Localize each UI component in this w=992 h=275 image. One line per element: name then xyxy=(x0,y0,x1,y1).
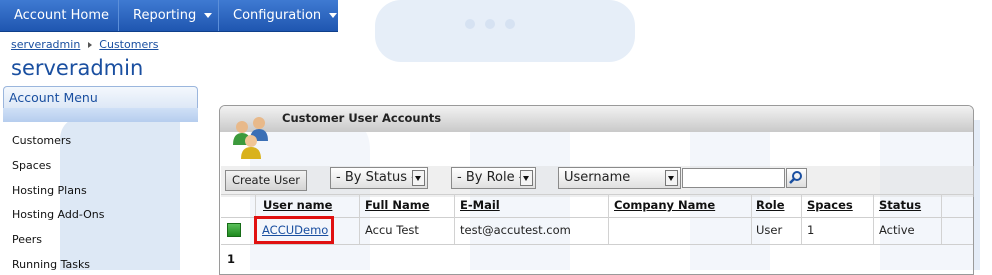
table-border-bottom xyxy=(221,244,973,245)
column-divider xyxy=(608,194,609,244)
chevron-down-icon xyxy=(412,170,425,186)
table-border-top xyxy=(221,194,973,195)
column-header-company[interactable]: Company Name xyxy=(614,198,715,212)
sidebar-item-customers[interactable]: Customers xyxy=(12,134,71,147)
active-user-icon xyxy=(227,223,241,237)
chevron-down-icon xyxy=(520,170,533,186)
column-header-spaces[interactable]: Spaces xyxy=(807,198,853,212)
panel-title: Customer User Accounts xyxy=(282,111,442,125)
sidebar-item-spaces[interactable]: Spaces xyxy=(12,159,51,172)
column-divider xyxy=(359,194,360,244)
cell-role: User xyxy=(756,223,783,237)
caret-down-icon xyxy=(329,13,338,18)
nav-reporting[interactable]: Reporting xyxy=(119,0,219,31)
sidebar-item-hosting-addons[interactable]: Hosting Add-Ons xyxy=(12,208,105,221)
search-icon xyxy=(789,171,802,184)
nav-account-home[interactable]: Account Home xyxy=(0,0,119,31)
column-divider xyxy=(751,194,752,244)
column-header-status[interactable]: Status xyxy=(879,198,921,212)
role-filter-value: - By Role - xyxy=(457,170,524,185)
column-header-email[interactable]: E-Mail xyxy=(460,198,500,212)
chevron-down-icon xyxy=(665,170,678,186)
breadcrumb-root-link[interactable]: serveradmin xyxy=(11,38,80,51)
column-header-full-name[interactable]: Full Name xyxy=(365,198,430,212)
column-header-role[interactable]: Role xyxy=(756,198,785,212)
nav-configuration[interactable]: Configuration xyxy=(219,0,338,31)
column-divider xyxy=(801,194,802,244)
sidebar-item-running-tasks[interactable]: Running Tasks xyxy=(12,258,90,271)
pager-page-number[interactable]: 1 xyxy=(227,252,235,266)
highlight-box xyxy=(254,216,334,244)
sidebar-title: Account Menu xyxy=(3,86,198,108)
caret-down-icon xyxy=(204,13,213,18)
status-filter-select[interactable]: - By Status - xyxy=(330,167,428,189)
search-input[interactable] xyxy=(682,168,785,188)
sidebar-header-bar xyxy=(3,108,198,122)
breadcrumb-separator-icon xyxy=(88,42,93,48)
users-group-icon xyxy=(233,117,268,159)
breadcrumb-current-link[interactable]: Customers xyxy=(99,38,158,51)
column-divider xyxy=(454,194,455,244)
role-filter-select[interactable]: - By Role - xyxy=(451,167,536,189)
nav-configuration-label: Configuration xyxy=(233,8,322,23)
sidebar-item-peers[interactable]: Peers xyxy=(12,233,42,246)
cell-spaces: 1 xyxy=(807,223,815,237)
column-divider xyxy=(873,194,874,244)
create-user-button[interactable]: Create User xyxy=(225,170,307,191)
column-divider xyxy=(941,194,942,244)
nav-reporting-label: Reporting xyxy=(133,8,197,23)
breadcrumb: serveradmin Customers xyxy=(11,38,158,51)
status-filter-value: - By Status - xyxy=(336,170,416,185)
search-field-value: Username xyxy=(564,170,631,185)
top-navigation: Account Home Reporting Configuration xyxy=(0,0,338,32)
search-field-select[interactable]: Username xyxy=(558,167,681,189)
cell-status: Active xyxy=(879,223,915,237)
customer-accounts-panel: Customer User Accounts xyxy=(219,105,974,275)
cell-full-name: Accu Test xyxy=(365,223,419,237)
sidebar-item-hosting-plans[interactable]: Hosting Plans xyxy=(12,184,87,197)
page-title: serveradmin xyxy=(11,56,144,80)
nav-account-home-label: Account Home xyxy=(14,8,110,23)
cell-email: test@accutest.com xyxy=(460,223,571,237)
search-button[interactable] xyxy=(786,168,807,188)
column-header-username[interactable]: User name xyxy=(263,198,332,212)
